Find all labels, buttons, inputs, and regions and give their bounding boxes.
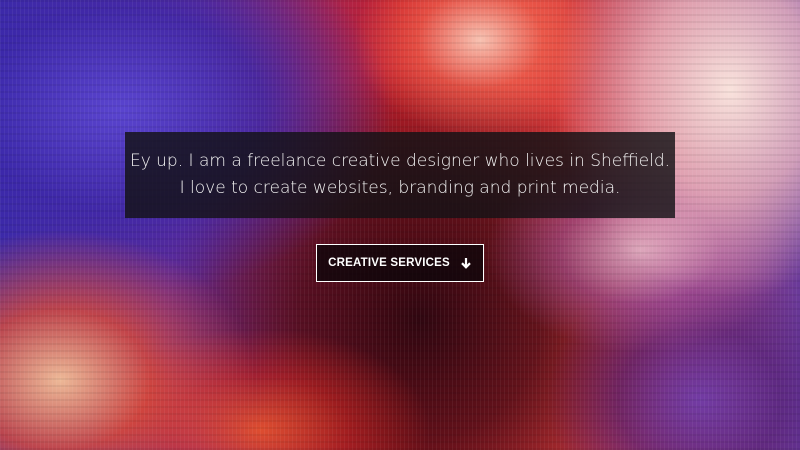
creative-services-button[interactable]: CREATIVE SERVICES [316, 244, 484, 282]
creative-services-label: CREATIVE SERVICES [328, 257, 450, 269]
arrow-down-icon [460, 257, 472, 269]
background-texture [0, 0, 800, 450]
tagline-box: Ey up. I am a freelance creative designe… [125, 132, 675, 218]
tagline-line-2: I love to create websites, branding and … [179, 178, 621, 198]
tagline-line-1: Ey up. I am a freelance creative designe… [129, 151, 671, 171]
hero-section: Ey up. I am a freelance creative designe… [0, 0, 800, 450]
